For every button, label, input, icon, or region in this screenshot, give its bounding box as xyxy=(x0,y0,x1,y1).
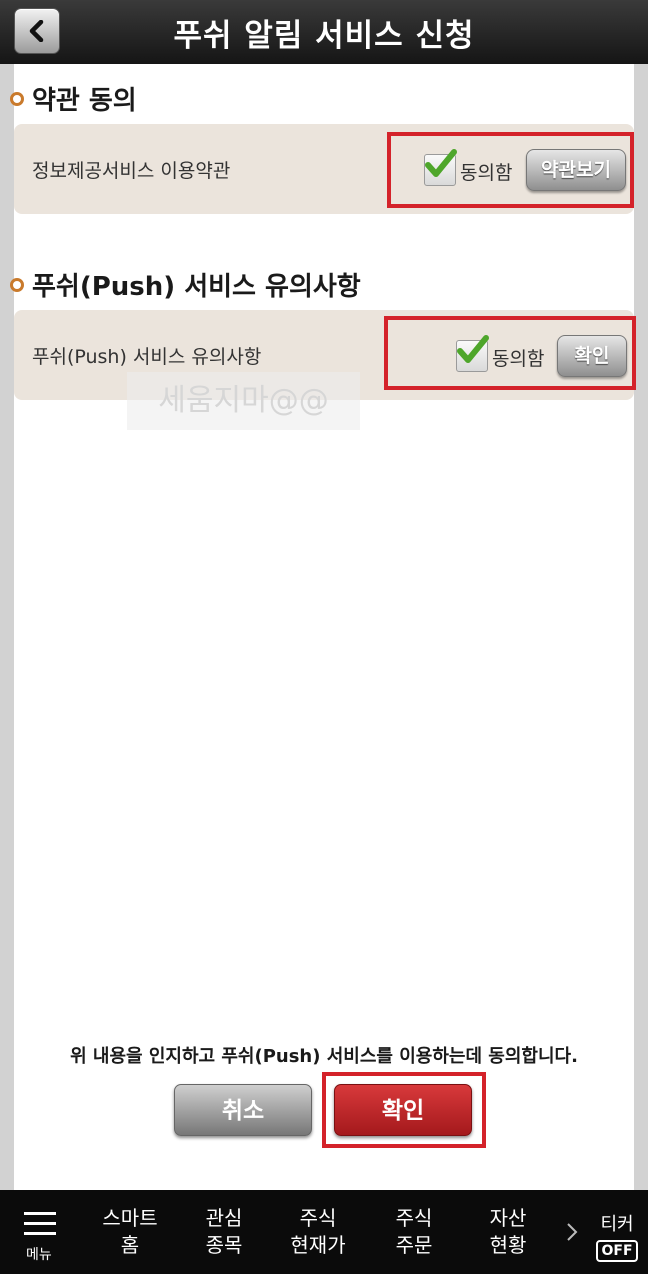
nav-label-line1: 스마트 xyxy=(102,1206,158,1230)
nav-label-line2: 홈 xyxy=(120,1233,140,1257)
push-notice-label: 푸쉬(Push) 서비스 유의사항 xyxy=(32,346,262,368)
consent-notice: 위 내용을 인지하고 푸쉬(Push) 서비스를 이용하는데 동의합니다. xyxy=(70,1046,578,1067)
bullet-icon xyxy=(10,277,24,292)
ticker-label: 티커 xyxy=(600,1214,634,1235)
nav-label-line2: 현재가 xyxy=(290,1233,346,1257)
nav-label-line1: 자산 xyxy=(489,1206,527,1230)
content-area: 약관 동의 정보제공서비스 이용약관 동의함 약관보기 푸쉬(Push) 서비스… xyxy=(10,64,636,1190)
hamburger-icon xyxy=(24,1212,56,1242)
section-title-text: 약관 동의 xyxy=(32,86,137,116)
nav-item-stock-order[interactable]: 주식주문 xyxy=(372,1190,456,1274)
nav-item-stock-price[interactable]: 주식현재가 xyxy=(276,1190,360,1274)
nav-label-line1: 관심 xyxy=(205,1206,243,1230)
page-title: 푸쉬 알림 서비스 신청 xyxy=(173,18,475,54)
nav-label-line1: 주식 xyxy=(299,1206,337,1230)
bullet-icon xyxy=(10,91,24,106)
section-title-text: 푸쉬(Push) 서비스 유의사항 xyxy=(32,272,361,302)
nav-item-watchlist[interactable]: 관심종목 xyxy=(182,1190,266,1274)
terms-label: 정보제공서비스 이용약관 xyxy=(32,160,231,182)
title-bar: 푸쉬 알림 서비스 신청 xyxy=(0,0,648,64)
nav-label-line2: 현황 xyxy=(489,1233,527,1257)
nav-item-assets[interactable]: 자산현황 xyxy=(466,1190,550,1274)
nav-label-line1: 주식 xyxy=(395,1206,433,1230)
nav-label-line2: 주문 xyxy=(395,1233,433,1257)
highlight-box-confirm xyxy=(322,1072,486,1148)
bottom-nav: 메뉴 스마트홈 관심종목 주식현재가 주식주문 자산현황 티커 OFF xyxy=(0,1190,648,1274)
highlight-box-terms xyxy=(387,132,634,208)
ticker-off-badge: OFF xyxy=(596,1240,638,1262)
highlight-box-push xyxy=(384,316,636,390)
nav-label-line2: 종목 xyxy=(205,1233,243,1257)
menu-label: 메뉴 xyxy=(26,1247,52,1263)
chevron-right-icon[interactable] xyxy=(566,1222,578,1242)
cancel-button[interactable]: 취소 xyxy=(174,1084,312,1136)
section-title-push: 푸쉬(Push) 서비스 유의사항 xyxy=(10,266,361,303)
watermark: 세움지마@@ xyxy=(127,372,360,430)
nav-item-smart-home[interactable]: 스마트홈 xyxy=(88,1190,172,1274)
section-title-terms: 약관 동의 xyxy=(10,80,137,117)
ticker-toggle[interactable]: 티커 OFF xyxy=(596,1210,638,1262)
